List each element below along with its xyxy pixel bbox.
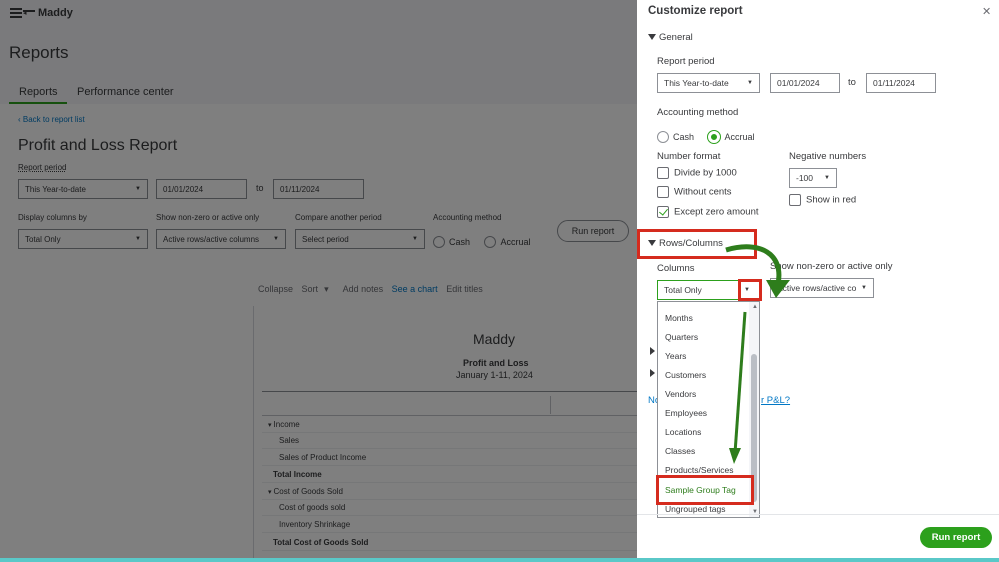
panel-footer-divider [637,514,999,515]
dropdown-option-employees[interactable]: Employees [665,408,707,418]
panel-report-period-select[interactable]: This Year-to-date ▼ [657,73,760,93]
negative-numbers-select[interactable]: -100 ▼ [789,168,837,188]
panel-report-period-label: Report period [657,56,715,67]
dropdown-option-customers[interactable]: Customers [665,370,706,380]
panel-accounting-label: Accounting method [657,107,739,118]
close-icon[interactable]: ✕ [982,5,991,18]
except-zero-checkbox[interactable] [657,206,669,218]
panel-date-from-input[interactable]: 01/01/2024 [770,73,840,93]
dropdown-caret-icon: ▼ [861,285,867,291]
dropdown-option-classes[interactable]: Classes [665,446,695,456]
panel-title: Customize report [648,5,743,17]
modal-overlay[interactable] [0,0,637,562]
run-report-button[interactable]: Run report [920,527,992,548]
panel-date-to-input[interactable]: 01/11/2024 [866,73,936,93]
panel-cash-radio[interactable] [657,130,669,143]
pl-link-right[interactable]: r P&L? [761,395,790,406]
without-cents-row[interactable]: Without cents [657,186,732,198]
divide-by-1000-checkbox[interactable] [657,167,669,179]
dropdown-option-weeks[interactable]: Weeks [665,302,691,303]
columns-label: Columns [657,263,695,274]
negative-numbers-label: Negative numbers [789,151,867,162]
dropdown-option-quarters[interactable]: Quarters [665,332,698,342]
except-zero-row[interactable]: Except zero amount [657,206,759,218]
dropdown-option-products-services[interactable]: Products/Services [665,465,734,475]
without-cents-checkbox[interactable] [657,186,669,198]
panel-accounting-radios: Cash Accrual [657,128,764,146]
number-format-label: Number format [657,151,721,162]
general-section-toggle[interactable]: General [648,32,693,43]
triangle-right-icon [650,368,655,377]
panel-accrual-radio[interactable] [708,130,721,143]
show-in-red-checkbox[interactable] [789,194,801,206]
dropdown-option-vendors[interactable]: Vendors [665,389,696,399]
dropdown-option-ungrouped-tags[interactable]: Ungrouped tags [665,504,726,514]
dropdown-option-years[interactable]: Years [665,351,686,361]
curved-arrow-icon [725,244,790,298]
panel-to-label: to [848,77,856,88]
divide-by-1000-row[interactable]: Divide by 1000 [657,167,737,179]
dropdown-caret-icon: ▼ [824,175,830,181]
down-arrow-icon [729,311,747,464]
dropdown-option-months[interactable]: Months [665,313,693,323]
triangle-right-icon [650,346,655,355]
triangle-down-icon [648,34,656,41]
dropdown-caret-icon: ▼ [747,80,753,86]
sample-group-tag-highlight [656,475,754,505]
show-in-red-row[interactable]: Show in red [789,194,856,206]
dropdown-option-locations[interactable]: Locations [665,427,701,437]
bottom-accent-bar [0,558,999,562]
